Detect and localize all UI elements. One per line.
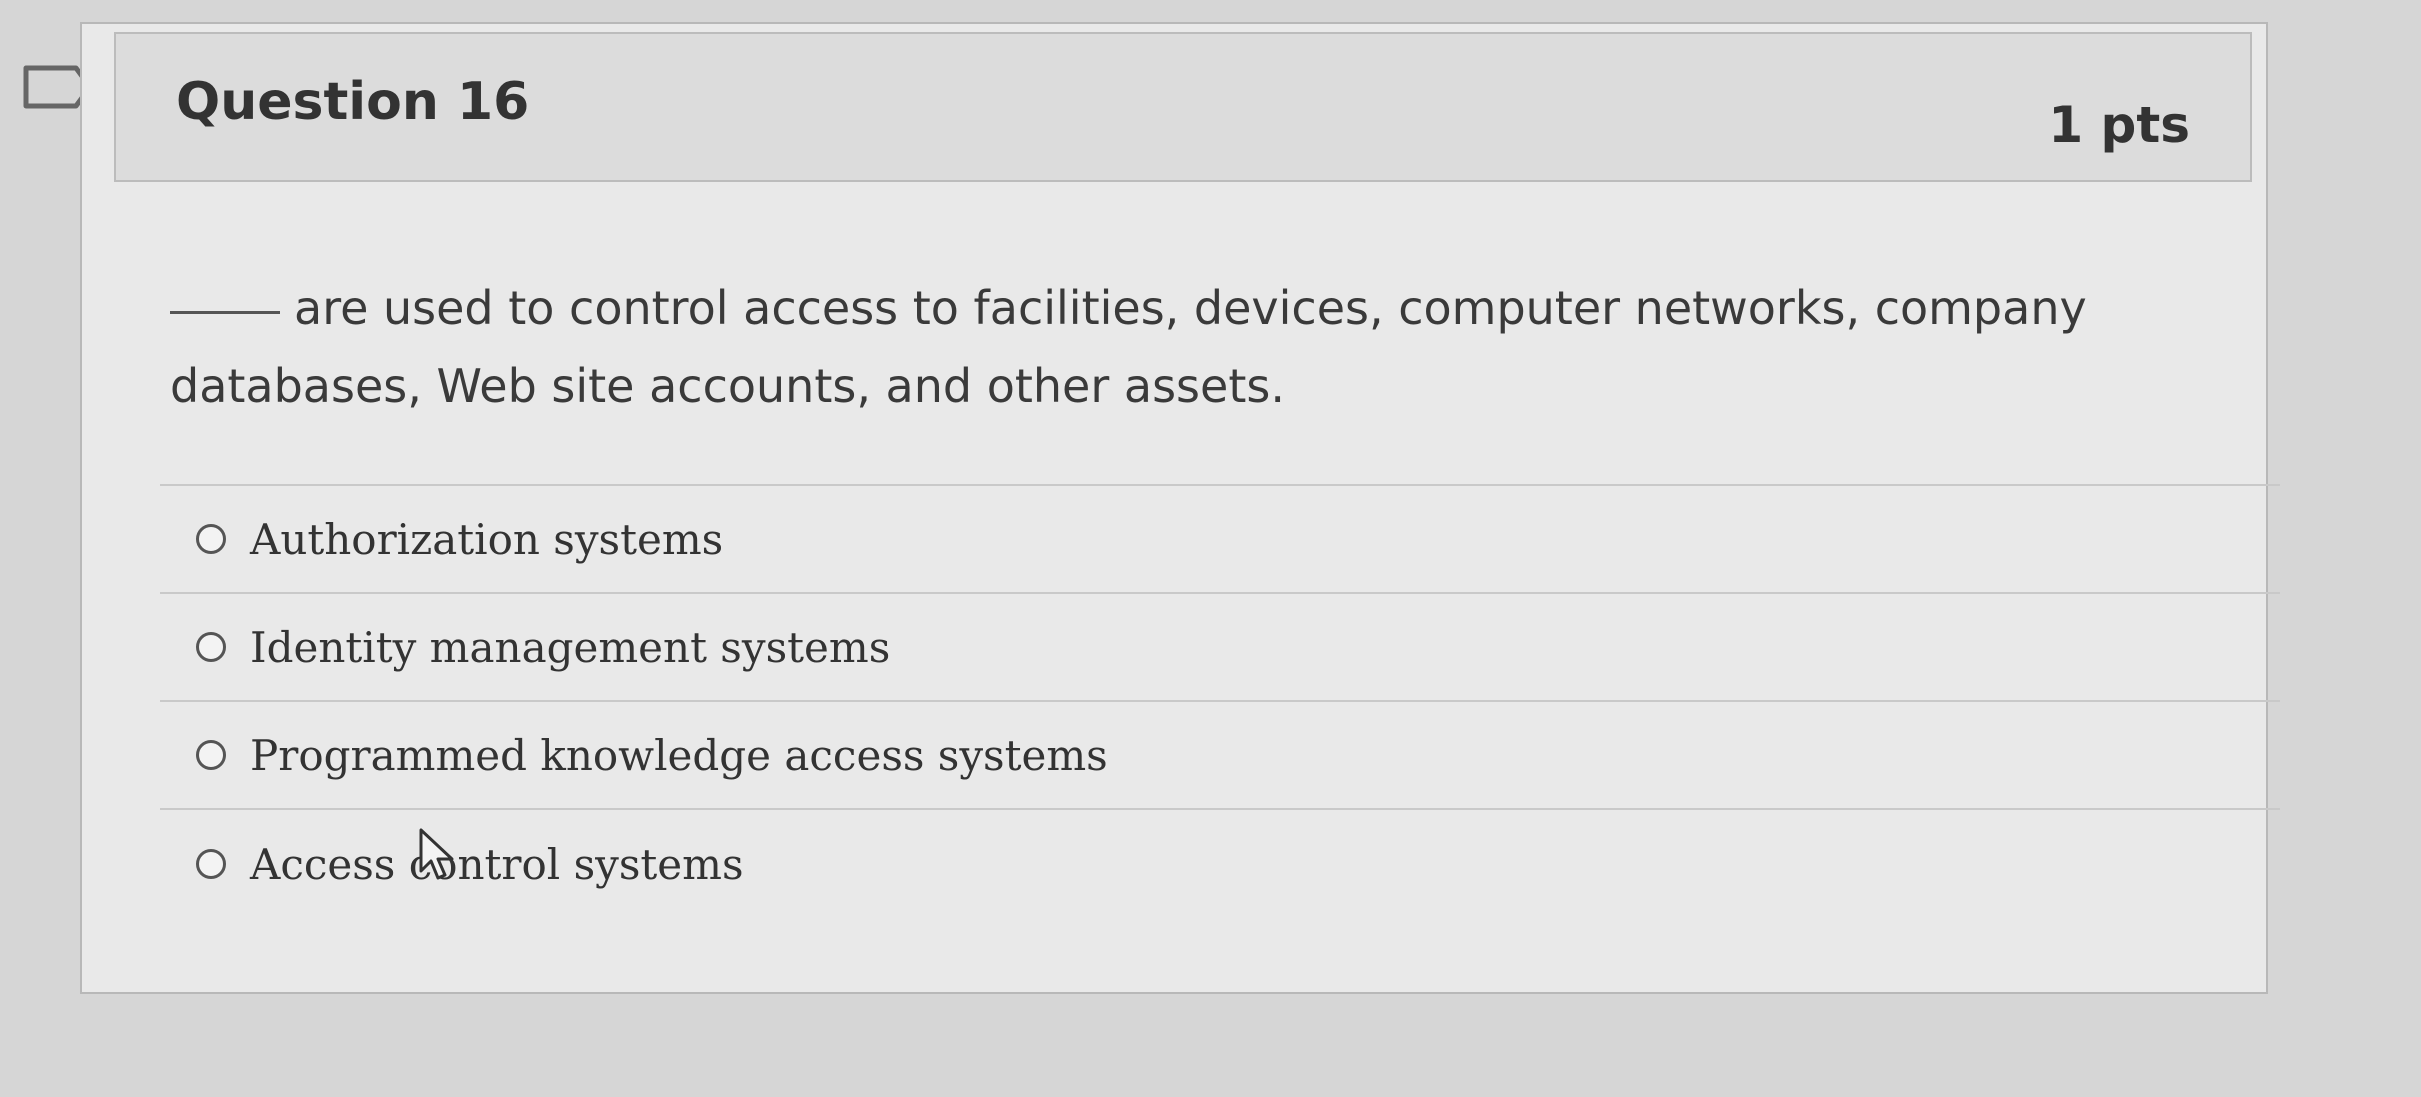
question-stem: are used to control access to facilities… xyxy=(170,269,2230,425)
answer-label: Identity management systems xyxy=(250,622,891,672)
answer-option[interactable]: Identity management systems xyxy=(160,594,2280,702)
answer-label: Authorization systems xyxy=(250,514,724,564)
answer-option[interactable]: Programmed knowledge access systems xyxy=(160,702,2280,810)
answer-option[interactable]: Authorization systems xyxy=(160,486,2280,594)
answer-label: Programmed knowledge access systems xyxy=(250,730,1108,780)
question-points: 1 pts xyxy=(2048,96,2190,154)
fill-in-blank xyxy=(170,311,280,314)
radio-button[interactable] xyxy=(196,524,226,554)
question-card: Question 16 1 pts are used to control ac… xyxy=(80,22,2280,994)
question-text: are used to control access to facilities… xyxy=(170,281,2087,413)
answer-label: Access control systems xyxy=(250,839,744,889)
radio-button[interactable] xyxy=(196,849,226,879)
question-title: Question 16 xyxy=(176,72,530,132)
radio-button[interactable] xyxy=(196,740,226,770)
question-header: Question 16 1 pts xyxy=(114,32,2252,182)
radio-button[interactable] xyxy=(196,632,226,662)
answer-list: Authorization systems Identity managemen… xyxy=(160,484,2280,918)
mouse-pointer-icon xyxy=(419,828,454,880)
answer-option[interactable]: Access control systems xyxy=(160,810,2280,918)
